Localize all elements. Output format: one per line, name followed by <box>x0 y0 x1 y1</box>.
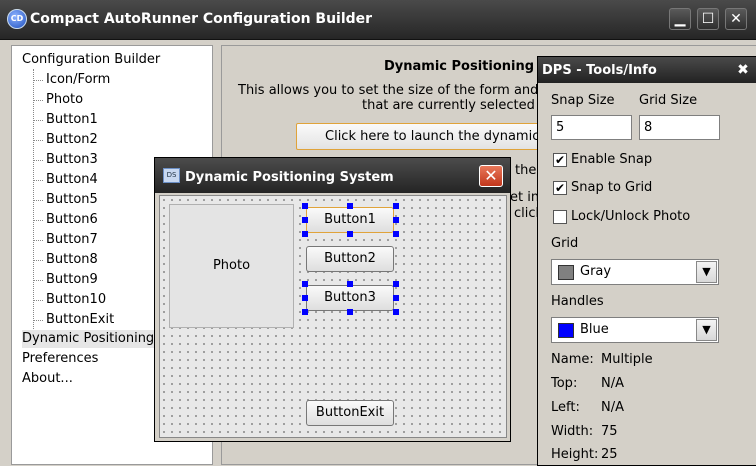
info-height-value: 25 <box>601 447 618 462</box>
dps-dialog: DS Dynamic Positioning System ✕ Photo Bu… <box>154 157 511 442</box>
resize-handle[interactable] <box>302 203 308 209</box>
grid-size-input[interactable]: 8 <box>639 115 720 140</box>
handles-color-value: Blue <box>580 322 609 337</box>
tree-item-button2[interactable]: Button2 <box>33 131 98 149</box>
grid-color-swatch <box>558 265 574 280</box>
grid-size-label: Grid Size <box>639 93 698 108</box>
enable-snap-label: Enable Snap <box>571 152 653 167</box>
info-left-value: N/A <box>601 400 624 415</box>
info-top-label: Top: <box>551 376 578 391</box>
panel-text-fragment: the <box>515 163 537 178</box>
resize-handle[interactable] <box>347 203 353 209</box>
resize-handle[interactable] <box>393 217 399 223</box>
snap-to-grid-checkbox[interactable]: ✔ <box>553 181 567 195</box>
lock-photo-checkbox[interactable] <box>553 210 567 224</box>
info-left-label: Left: <box>551 400 580 415</box>
tree-item-button1[interactable]: Button1 <box>33 111 98 129</box>
dps-close-button[interactable]: ✕ <box>479 165 503 187</box>
tree-item-photo[interactable]: Photo <box>32 91 83 109</box>
maximize-button[interactable]: ☐ <box>697 8 719 30</box>
tools-titlebar[interactable]: DPS - Tools/Info ✖ <box>538 57 756 83</box>
resize-handle[interactable] <box>393 309 399 315</box>
resize-handle[interactable] <box>302 217 308 223</box>
tools-close-button[interactable]: ✖ <box>734 61 752 79</box>
grid-color-select[interactable]: Gray ▼ <box>551 259 719 285</box>
info-height-label: Height: <box>551 447 599 462</box>
canvas-button-exit[interactable]: ButtonExit <box>306 400 394 426</box>
tree-item-button10[interactable]: Button10 <box>32 291 106 309</box>
close-button[interactable]: ✕ <box>725 8 747 30</box>
tree-connector <box>33 69 34 345</box>
snap-size-input[interactable]: 5 <box>551 115 632 140</box>
tree-item-button7[interactable]: Button7 <box>33 231 98 249</box>
canvas-button2[interactable]: Button2 <box>306 246 394 272</box>
tree-item-preferences[interactable]: Preferences <box>22 350 98 368</box>
snap-size-label: Snap Size <box>551 93 615 108</box>
info-name-value: Multiple <box>601 352 653 367</box>
resize-handle[interactable] <box>347 281 353 287</box>
window-title: Compact AutoRunner Configuration Builder <box>30 11 373 27</box>
resize-handle[interactable] <box>302 309 308 315</box>
grid-color-label: Grid <box>551 236 579 251</box>
info-name-label: Name: <box>551 352 594 367</box>
main-titlebar[interactable]: CD Compact AutoRunner Configuration Buil… <box>0 0 756 40</box>
resize-handle[interactable] <box>393 295 399 301</box>
minimize-button[interactable]: ▁ <box>669 8 691 30</box>
handles-color-swatch <box>558 323 574 338</box>
form-canvas[interactable]: Photo Button1 Button2 Button3 ButtonExit <box>159 195 507 438</box>
tree-item-button4[interactable]: Button4 <box>33 171 98 189</box>
resize-handle[interactable] <box>393 231 399 237</box>
tree-item-icon-form[interactable]: Icon/Form <box>32 71 110 89</box>
resize-handle[interactable] <box>347 309 353 315</box>
resize-handle[interactable] <box>393 281 399 287</box>
info-width-value: 75 <box>601 424 618 439</box>
resize-handle[interactable] <box>393 203 399 209</box>
dps-app-icon: DS <box>163 168 180 183</box>
handles-color-select[interactable]: Blue ▼ <box>551 317 719 343</box>
chevron-down-icon[interactable]: ▼ <box>696 319 717 341</box>
tree-item-buttonexit[interactable]: ButtonExit <box>32 311 114 329</box>
tree-item-about[interactable]: About... <box>22 370 73 388</box>
tree-item-button6[interactable]: Button6 <box>33 211 98 229</box>
tree-item-button5[interactable]: Button5 <box>33 191 98 209</box>
resize-handle[interactable] <box>347 231 353 237</box>
info-width-label: Width: <box>551 424 594 439</box>
dps-title: Dynamic Positioning System <box>185 170 394 185</box>
photo-placeholder[interactable]: Photo <box>169 204 294 328</box>
snap-to-grid-label: Snap to Grid <box>571 180 653 195</box>
enable-snap-checkbox[interactable]: ✔ <box>553 153 567 167</box>
app-icon: CD <box>7 9 27 29</box>
handles-color-label: Handles <box>551 294 604 309</box>
resize-handle[interactable] <box>302 295 308 301</box>
panel-heading: Dynamic Positioning S <box>384 59 548 74</box>
tools-title: DPS - Tools/Info <box>542 63 657 78</box>
dps-titlebar[interactable]: DS Dynamic Positioning System ✕ <box>155 158 510 193</box>
resize-handle[interactable] <box>302 281 308 287</box>
panel-description-line2: that are currently selected to <box>362 98 553 113</box>
tree-item-button9[interactable]: Button9 <box>33 271 98 289</box>
info-top-value: N/A <box>601 376 624 391</box>
resize-handle[interactable] <box>302 231 308 237</box>
launch-dps-button[interactable]: Click here to launch the dynamic pos <box>296 123 546 169</box>
tree-item-configuration-builder[interactable]: Configuration Builder <box>22 51 160 69</box>
grid-color-value: Gray <box>580 264 612 279</box>
canvas-button1[interactable]: Button1 <box>306 207 394 233</box>
chevron-down-icon[interactable]: ▼ <box>696 261 717 283</box>
canvas-button3[interactable]: Button3 <box>306 285 394 311</box>
tools-window: DPS - Tools/Info ✖ Snap Size Grid Size 5… <box>537 56 756 466</box>
panel-description-line1: This allows you to set the size of the f… <box>238 83 564 98</box>
lock-photo-label: Lock/Unlock Photo <box>571 209 691 224</box>
tree-item-button8[interactable]: Button8 <box>33 251 98 269</box>
tree-item-button3[interactable]: Button3 <box>33 151 98 169</box>
